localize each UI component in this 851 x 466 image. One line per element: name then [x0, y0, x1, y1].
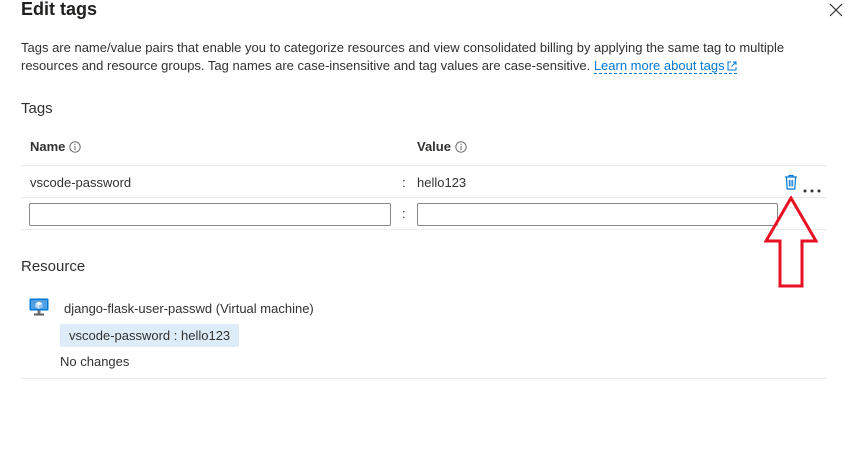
learn-more-label: Learn more about tags	[593, 57, 725, 73]
new-tag-name-input[interactable]	[29, 203, 391, 226]
value-column-header: Value	[417, 139, 467, 155]
more-icon	[803, 189, 821, 193]
tag-value: hello123	[417, 175, 467, 190]
external-link-icon	[727, 61, 737, 70]
divider	[21, 229, 826, 230]
close-button[interactable]	[828, 2, 844, 18]
dialog-description: Tags are name/value pairs that enable yo…	[21, 39, 821, 74]
learn-more-link[interactable]: Learn more about tags	[593, 57, 737, 74]
info-icon[interactable]	[455, 141, 467, 153]
tags-heading: Tags	[21, 100, 53, 117]
virtual-machine-icon	[29, 298, 49, 316]
resource-heading: Resource	[21, 258, 86, 275]
divider	[21, 165, 826, 166]
divider	[21, 378, 826, 379]
info-icon[interactable]	[69, 141, 82, 153]
tag-name: vscode-password	[30, 175, 132, 190]
value-column-label: Value	[417, 139, 451, 154]
tag-separator: :	[402, 175, 406, 190]
new-tag-value-input[interactable]	[417, 203, 778, 226]
close-icon	[829, 3, 843, 17]
name-column-header: Name	[30, 139, 82, 155]
new-tag-separator: :	[402, 206, 406, 221]
resource-name: django-flask-user-passwd (Virtual machin…	[64, 301, 314, 316]
trash-icon	[785, 174, 797, 190]
red-arrow-annotation	[764, 196, 818, 288]
dialog-title: Edit tags	[21, 0, 98, 19]
divider	[21, 197, 826, 198]
more-options-button[interactable]	[803, 180, 821, 193]
delete-tag-button[interactable]	[784, 174, 798, 190]
name-column-label: Name	[30, 139, 66, 154]
resource-tag-chip: vscode-password : hello123	[60, 324, 240, 347]
resource-status: No changes	[60, 354, 130, 369]
